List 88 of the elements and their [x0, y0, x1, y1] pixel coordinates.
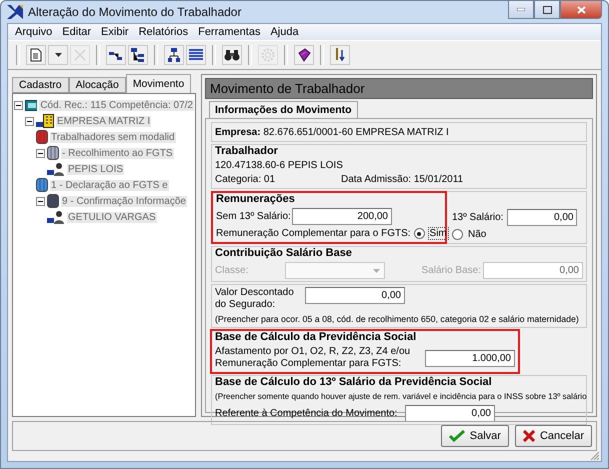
minimize-button[interactable]: [508, 1, 534, 19]
binoculars-icon: [224, 49, 240, 61]
tab[interactable]: Cadastro: [12, 77, 69, 93]
person-icon: [47, 162, 65, 176]
toolbar-button[interactable]: [186, 45, 206, 65]
menu-item[interactable]: Ajuda: [265, 26, 304, 38]
toolbar-button[interactable]: [26, 45, 46, 65]
field-label: Referente à Competência do Movimento:: [215, 408, 398, 420]
admission-date: Data Admissão: 15/01/2011: [341, 174, 464, 186]
resize-grip-icon: [590, 451, 599, 460]
collapse-icon[interactable]: [25, 116, 34, 126]
input-field[interactable]: 1.000,00: [425, 350, 515, 366]
gear-icon: [261, 48, 275, 62]
group-title: Contribuição Salário Base: [215, 247, 353, 260]
cylinder-group-icon: [36, 130, 48, 144]
book-icon: [297, 48, 311, 62]
x-icon: [522, 430, 535, 442]
field-label: 13º Salário:: [452, 212, 504, 224]
field-label: Valor Descontado do Segurado:: [215, 287, 295, 311]
toolbar-button[interactable]: [222, 45, 242, 65]
toolbar-button[interactable]: [128, 45, 148, 65]
maximize-icon: [542, 6, 552, 14]
group-title: Base de Cálculo da Previdência Social: [215, 331, 418, 344]
company-text: Empresa: 82.676.651/0001-60 EMPRESA MATRIZ I: [215, 127, 450, 139]
menu-item[interactable]: Ferramentas: [193, 26, 266, 38]
list-icon: [189, 49, 203, 61]
tree-item[interactable]: 9 - Confirmação Informaçõe: [61, 196, 187, 206]
toolbar-button[interactable]: [48, 45, 68, 65]
caret-icon: [54, 53, 62, 57]
field-label: Salário Base:: [422, 264, 481, 276]
tree-item[interactable]: Cód. Rec.: 115 Competência: 07/2: [39, 100, 194, 110]
menu-item[interactable]: Editar: [57, 26, 96, 38]
tree-item[interactable]: EMPRESA MATRIZ I: [56, 116, 152, 126]
input-field[interactable]: 200,00: [292, 208, 392, 225]
building-icon: [36, 114, 54, 128]
toolbar-button[interactable]: [294, 45, 314, 65]
save-button[interactable]: Salvar: [440, 425, 509, 447]
collapse-icon[interactable]: [14, 100, 23, 110]
panel-header: Movimento de Trabalhador: [205, 78, 593, 99]
field-label: Remuneração Complementar para o FGTS:: [216, 228, 411, 240]
collapse-icon[interactable]: [36, 196, 45, 206]
document-icon: [30, 48, 42, 62]
hierarchy-icon: [168, 48, 180, 62]
toolbar-button[interactable]: [330, 45, 350, 65]
close-button[interactable]: [560, 1, 602, 19]
input-field[interactable]: 0,00: [405, 405, 495, 422]
minimize-icon: [517, 8, 525, 11]
input-field[interactable]: 0,00: [305, 287, 405, 304]
group-title: Remunerações: [216, 193, 296, 206]
tree-item[interactable]: Trabalhadores sem modalid: [50, 132, 176, 142]
cancel-button[interactable]: Cancelar: [514, 425, 592, 447]
check-icon: [448, 430, 465, 442]
tree-item[interactable]: 1 - Declaração ao FGTS e: [50, 180, 169, 190]
close-icon: [576, 6, 586, 14]
tab[interactable]: Movimento: [126, 74, 192, 93]
hint-text: (Preencher para ocor. 05 a 08, cód. de recolhimento 650, categoria 02 e salário maternidade): [215, 313, 580, 325]
category-text: Categoria: 01: [215, 174, 276, 186]
person-icon: [47, 210, 65, 224]
caret-icon: [373, 268, 380, 272]
menu-item[interactable]: Arquivo: [10, 26, 58, 38]
menu-item[interactable]: Exibir: [96, 26, 134, 38]
menu-item[interactable]: Relatórios: [134, 26, 194, 38]
toolbar-button[interactable]: [164, 45, 184, 65]
worker-id: 120.47138.60-6 PEPIS LOIS: [215, 160, 344, 172]
tree-item[interactable]: PEPIS LOIS: [67, 164, 124, 174]
collapse-icon[interactable]: [36, 148, 45, 158]
close-icon: [74, 49, 86, 61]
tree-item[interactable]: GETULIO VARGAS: [67, 212, 157, 222]
sort-icon: [334, 48, 346, 62]
group-title: Trabalhador: [215, 145, 279, 158]
cylinder-group-icon: [47, 194, 59, 208]
input-field[interactable]: 0,00: [507, 209, 578, 226]
cylinder-group-icon: [47, 146, 59, 160]
field-label: Classe:: [215, 264, 250, 276]
radio-button[interactable]: Não: [452, 228, 488, 241]
app-logo-icon: [7, 5, 23, 19]
cylinder-group-icon: [36, 178, 48, 192]
tree-item[interactable]: - Recolhimento ao FGTS: [61, 148, 174, 158]
field-label: Afastamento por O1, O2, R, Z2, Z3, Z4 e/ou Remuneração Complementar para FGTS:: [215, 346, 412, 370]
window-title: Alteração do Movimento do Trabalhador: [28, 5, 242, 19]
maximize-button[interactable]: [534, 1, 560, 19]
toolbar-button[interactable]: [106, 45, 126, 65]
tab[interactable]: Informações do Movimento: [209, 101, 358, 118]
tab[interactable]: Alocação: [68, 77, 126, 93]
group-title: Base de Cálculo do 13º Salário da Previdência Social: [215, 376, 493, 389]
tree-view-icon: [131, 48, 145, 62]
tree-view-icon: [109, 50, 123, 60]
computer-icon: [25, 100, 38, 110]
